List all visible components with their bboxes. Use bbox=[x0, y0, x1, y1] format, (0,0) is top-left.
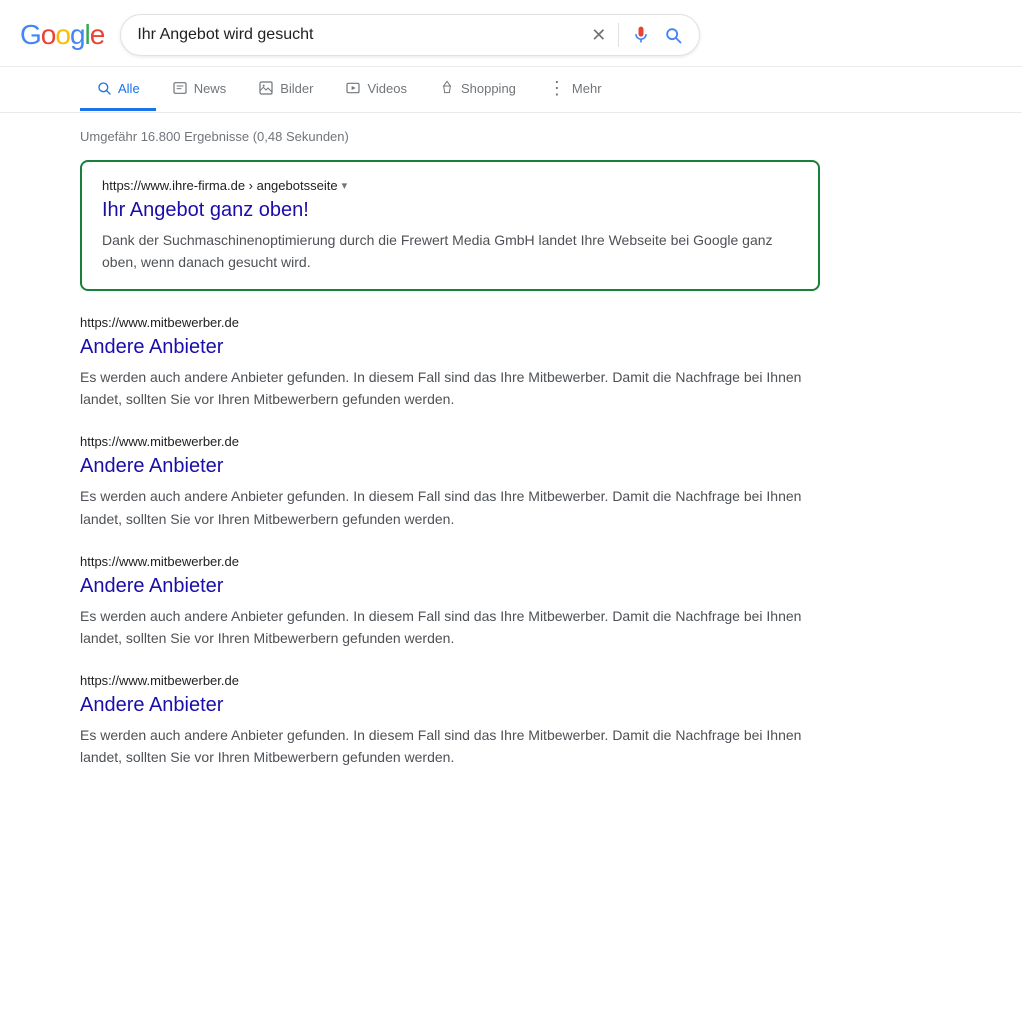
videos-icon bbox=[345, 80, 361, 96]
google-logo[interactable]: Google bbox=[20, 19, 104, 51]
result-desc: Es werden auch andere Anbieter gefunden.… bbox=[80, 724, 820, 768]
result-title[interactable]: Andere Anbieter bbox=[80, 453, 820, 479]
tab-videos-label: Videos bbox=[367, 81, 407, 96]
news-icon bbox=[172, 80, 188, 96]
tab-mehr-label: Mehr bbox=[572, 81, 602, 96]
mic-icon[interactable] bbox=[631, 25, 651, 45]
search-icons: ✕ bbox=[591, 23, 683, 47]
tab-bilder[interactable]: Bilder bbox=[242, 68, 329, 111]
bilder-icon bbox=[258, 80, 274, 96]
tab-videos[interactable]: Videos bbox=[329, 68, 423, 111]
result-item: https://www.mitbewerber.de Andere Anbiet… bbox=[80, 554, 820, 649]
tab-news-label: News bbox=[194, 81, 227, 96]
result-url-text: https://www.mitbewerber.de bbox=[80, 315, 239, 330]
search-bar: ✕ bbox=[120, 14, 700, 56]
logo-g: G bbox=[20, 19, 41, 51]
tab-bilder-label: Bilder bbox=[280, 81, 313, 96]
result-items-container: https://www.mitbewerber.de Andere Anbiet… bbox=[80, 315, 820, 768]
header: Google ✕ bbox=[0, 0, 1022, 67]
nav-tabs: Alle News Bilder Videos Shopping ⋮ M bbox=[0, 67, 1022, 113]
shopping-icon bbox=[439, 80, 455, 96]
featured-result-url: https://www.ihre-firma.de › angebotsseit… bbox=[102, 178, 798, 193]
result-url-text: https://www.mitbewerber.de bbox=[80, 673, 239, 688]
results-area: Umgefähr 16.800 Ergebnisse (0,48 Sekunde… bbox=[0, 113, 900, 808]
search-bar-divider bbox=[618, 23, 619, 47]
result-url: https://www.mitbewerber.de bbox=[80, 434, 820, 449]
results-count: Umgefähr 16.800 Ergebnisse (0,48 Sekunde… bbox=[80, 129, 820, 144]
tab-mehr[interactable]: ⋮ Mehr bbox=[532, 67, 618, 112]
search-submit-icon[interactable] bbox=[663, 25, 683, 45]
result-desc: Es werden auch andere Anbieter gefunden.… bbox=[80, 485, 820, 529]
mehr-dots-icon: ⋮ bbox=[548, 79, 566, 97]
logo-o1: o bbox=[41, 19, 56, 51]
search-input[interactable] bbox=[137, 26, 581, 44]
alle-search-icon bbox=[96, 80, 112, 96]
result-desc: Es werden auch andere Anbieter gefunden.… bbox=[80, 605, 820, 649]
featured-result: https://www.ihre-firma.de › angebotsseit… bbox=[80, 160, 820, 291]
tab-alle-label: Alle bbox=[118, 81, 140, 96]
result-url: https://www.mitbewerber.de bbox=[80, 673, 820, 688]
tab-news[interactable]: News bbox=[156, 68, 243, 111]
result-title[interactable]: Andere Anbieter bbox=[80, 334, 820, 360]
tab-shopping[interactable]: Shopping bbox=[423, 68, 532, 111]
featured-result-title[interactable]: Ihr Angebot ganz oben! bbox=[102, 197, 798, 223]
result-url: https://www.mitbewerber.de bbox=[80, 554, 820, 569]
clear-icon[interactable]: ✕ bbox=[591, 26, 606, 44]
tab-shopping-label: Shopping bbox=[461, 81, 516, 96]
logo-e: e bbox=[90, 19, 105, 51]
tab-alle[interactable]: Alle bbox=[80, 68, 156, 111]
result-desc: Es werden auch andere Anbieter gefunden.… bbox=[80, 366, 820, 410]
featured-result-desc: Dank der Suchmaschinenoptimierung durch … bbox=[102, 229, 798, 273]
result-item: https://www.mitbewerber.de Andere Anbiet… bbox=[80, 315, 820, 410]
logo-o2: o bbox=[55, 19, 70, 51]
result-url: https://www.mitbewerber.de bbox=[80, 315, 820, 330]
logo-g2: g bbox=[70, 19, 85, 51]
result-title[interactable]: Andere Anbieter bbox=[80, 573, 820, 599]
result-url-text: https://www.mitbewerber.de bbox=[80, 554, 239, 569]
result-item: https://www.mitbewerber.de Andere Anbiet… bbox=[80, 673, 820, 768]
result-item: https://www.mitbewerber.de Andere Anbiet… bbox=[80, 434, 820, 529]
result-title[interactable]: Andere Anbieter bbox=[80, 692, 820, 718]
result-url-text: https://www.mitbewerber.de bbox=[80, 434, 239, 449]
url-dropdown-arrow[interactable]: ▾ bbox=[342, 179, 348, 192]
